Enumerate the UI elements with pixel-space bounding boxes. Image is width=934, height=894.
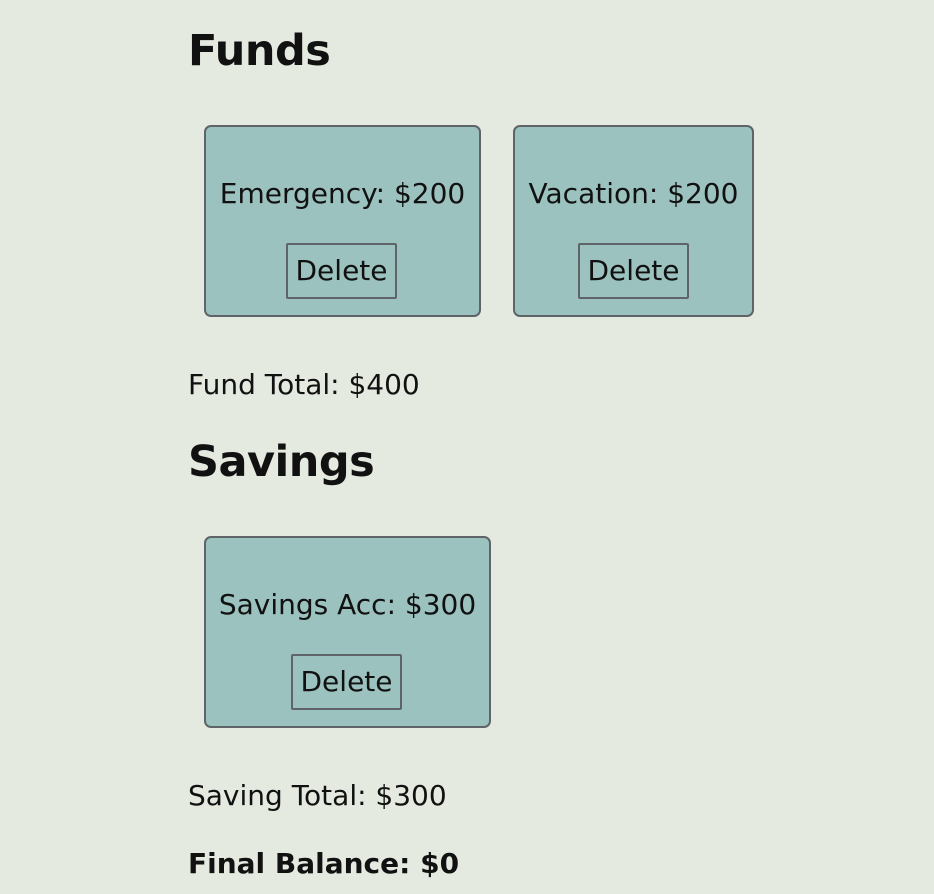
delete-button[interactable]: Delete [291, 654, 402, 710]
savings-card-label: Savings Acc: $300 [218, 588, 477, 621]
savings-heading: Savings [188, 437, 375, 487]
fund-card-label: Emergency: $200 [219, 177, 466, 210]
final-balance: Final Balance: $0 [188, 847, 460, 880]
fund-total: Fund Total: $400 [188, 368, 420, 401]
fund-card-vacation: Vacation: $200 Delete [513, 125, 754, 317]
delete-button[interactable]: Delete [286, 243, 397, 299]
saving-total: Saving Total: $300 [188, 779, 447, 812]
fund-card-emergency: Emergency: $200 Delete [204, 125, 481, 317]
delete-button[interactable]: Delete [578, 243, 689, 299]
fund-card-label: Vacation: $200 [528, 177, 739, 210]
funds-heading: Funds [188, 26, 331, 76]
savings-card: Savings Acc: $300 Delete [204, 536, 491, 728]
